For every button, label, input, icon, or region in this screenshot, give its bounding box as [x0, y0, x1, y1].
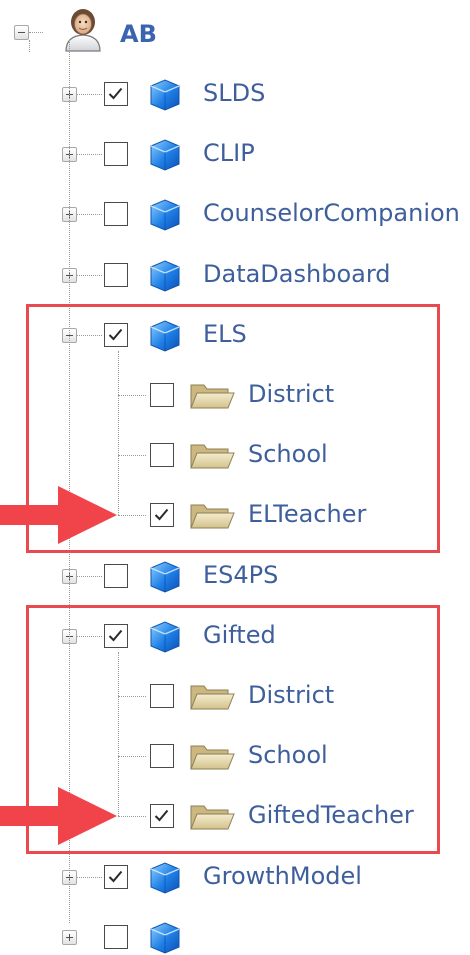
tree-node-label[interactable]: DataDashboard — [203, 259, 391, 289]
node-checkbox[interactable] — [104, 563, 128, 588]
blue-cube-icon — [150, 561, 180, 593]
tree-connector — [29, 40, 30, 52]
tree-node-label[interactable]: GrowthModel — [203, 861, 362, 891]
blue-cube-icon — [150, 79, 180, 111]
root-collapse-toggle[interactable] — [14, 25, 29, 40]
blue-cube-icon — [150, 139, 180, 171]
tree-connector — [29, 32, 43, 33]
node-checkbox[interactable] — [104, 924, 128, 949]
red-arrow-icon — [0, 486, 117, 545]
node-checkbox[interactable] — [104, 864, 128, 889]
node-checkbox[interactable] — [104, 202, 128, 227]
blue-cube-icon — [150, 922, 180, 954]
tree-node-label[interactable]: CLIP — [203, 138, 255, 168]
tree-root-label[interactable]: AB — [120, 19, 157, 49]
checkmark-icon — [108, 870, 123, 883]
tree-connector — [77, 575, 102, 577]
expand-toggle[interactable] — [62, 929, 77, 945]
tree-connector — [77, 876, 102, 878]
blue-cube-icon — [150, 199, 180, 231]
user-avatar-icon — [65, 9, 101, 52]
blue-cube-icon — [150, 862, 180, 894]
blue-cube-icon — [150, 260, 180, 292]
tree-connector — [77, 154, 102, 156]
tree-node-label[interactable]: SLDS — [203, 78, 265, 108]
red-arrow-icon — [0, 787, 117, 846]
node-checkbox[interactable] — [104, 142, 128, 167]
node-checkbox[interactable] — [104, 262, 128, 287]
permission-tree: AB SLDS CLIP CounselorCompanion DataDash… — [0, 0, 470, 954]
tree-node-label[interactable]: ES4PS — [203, 560, 278, 590]
checkmark-icon — [108, 87, 123, 100]
tree-connector — [77, 94, 102, 95]
tree-connector — [77, 214, 102, 216]
node-checkbox[interactable] — [104, 82, 128, 106]
tree-connector — [77, 274, 102, 276]
tree-node-label[interactable]: CounselorCompanion — [203, 198, 460, 228]
